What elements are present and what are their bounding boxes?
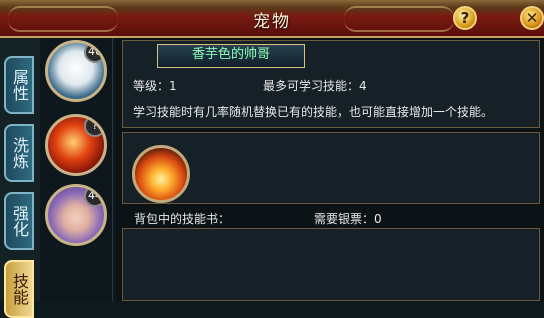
help-button[interactable]: ? [453,6,477,30]
pet-panda-avatar[interactable]: 46 [45,40,107,102]
pet-level-badge: ? [84,117,104,137]
pet-level-badge: 46 [84,43,104,63]
pet-list: 46 ? 44 [40,38,113,301]
pet-level-badge: 44 [84,187,104,207]
tab-enhance[interactable]: 强化 [4,192,34,250]
learn-hint: 学习技能时有几率随机替换已有的技能，也可能直接增加一个技能。 [133,105,494,119]
flame-skill-icon[interactable] [132,145,190,203]
tab-skills[interactable]: 技能 [4,260,34,318]
max-learn-skills: 最多可学习技能：4 [263,79,367,93]
title-bar: 宠物 ? ✕ [0,0,544,38]
pet-info-panel: 香芋色的帅哥 等级：1 最多可学习技能：4 学习技能时有几率随机替换已有的技能，… [122,40,540,128]
pet-grade: 等级：1 [133,79,177,93]
side-tabs: 属性 洗炼 强化 技能 [0,38,40,318]
pet-fire-dragon-avatar[interactable]: ? [45,114,107,176]
pet-girl-avatar[interactable]: 44 [45,184,107,246]
skill-main-area: 香芋色的帅哥 等级：1 最多可学习技能：4 学习技能时有几率随机替换已有的技能，… [116,38,544,301]
tab-refine[interactable]: 洗炼 [4,124,34,182]
pet-name: 香芋色的帅哥 [157,44,305,68]
skill-books-panel [122,228,540,301]
close-button[interactable]: ✕ [520,6,544,30]
skill-books-label: 背包中的技能书： [134,212,231,226]
silver-required: 需要银票：0 [314,212,382,226]
tab-attributes[interactable]: 属性 [4,56,34,114]
